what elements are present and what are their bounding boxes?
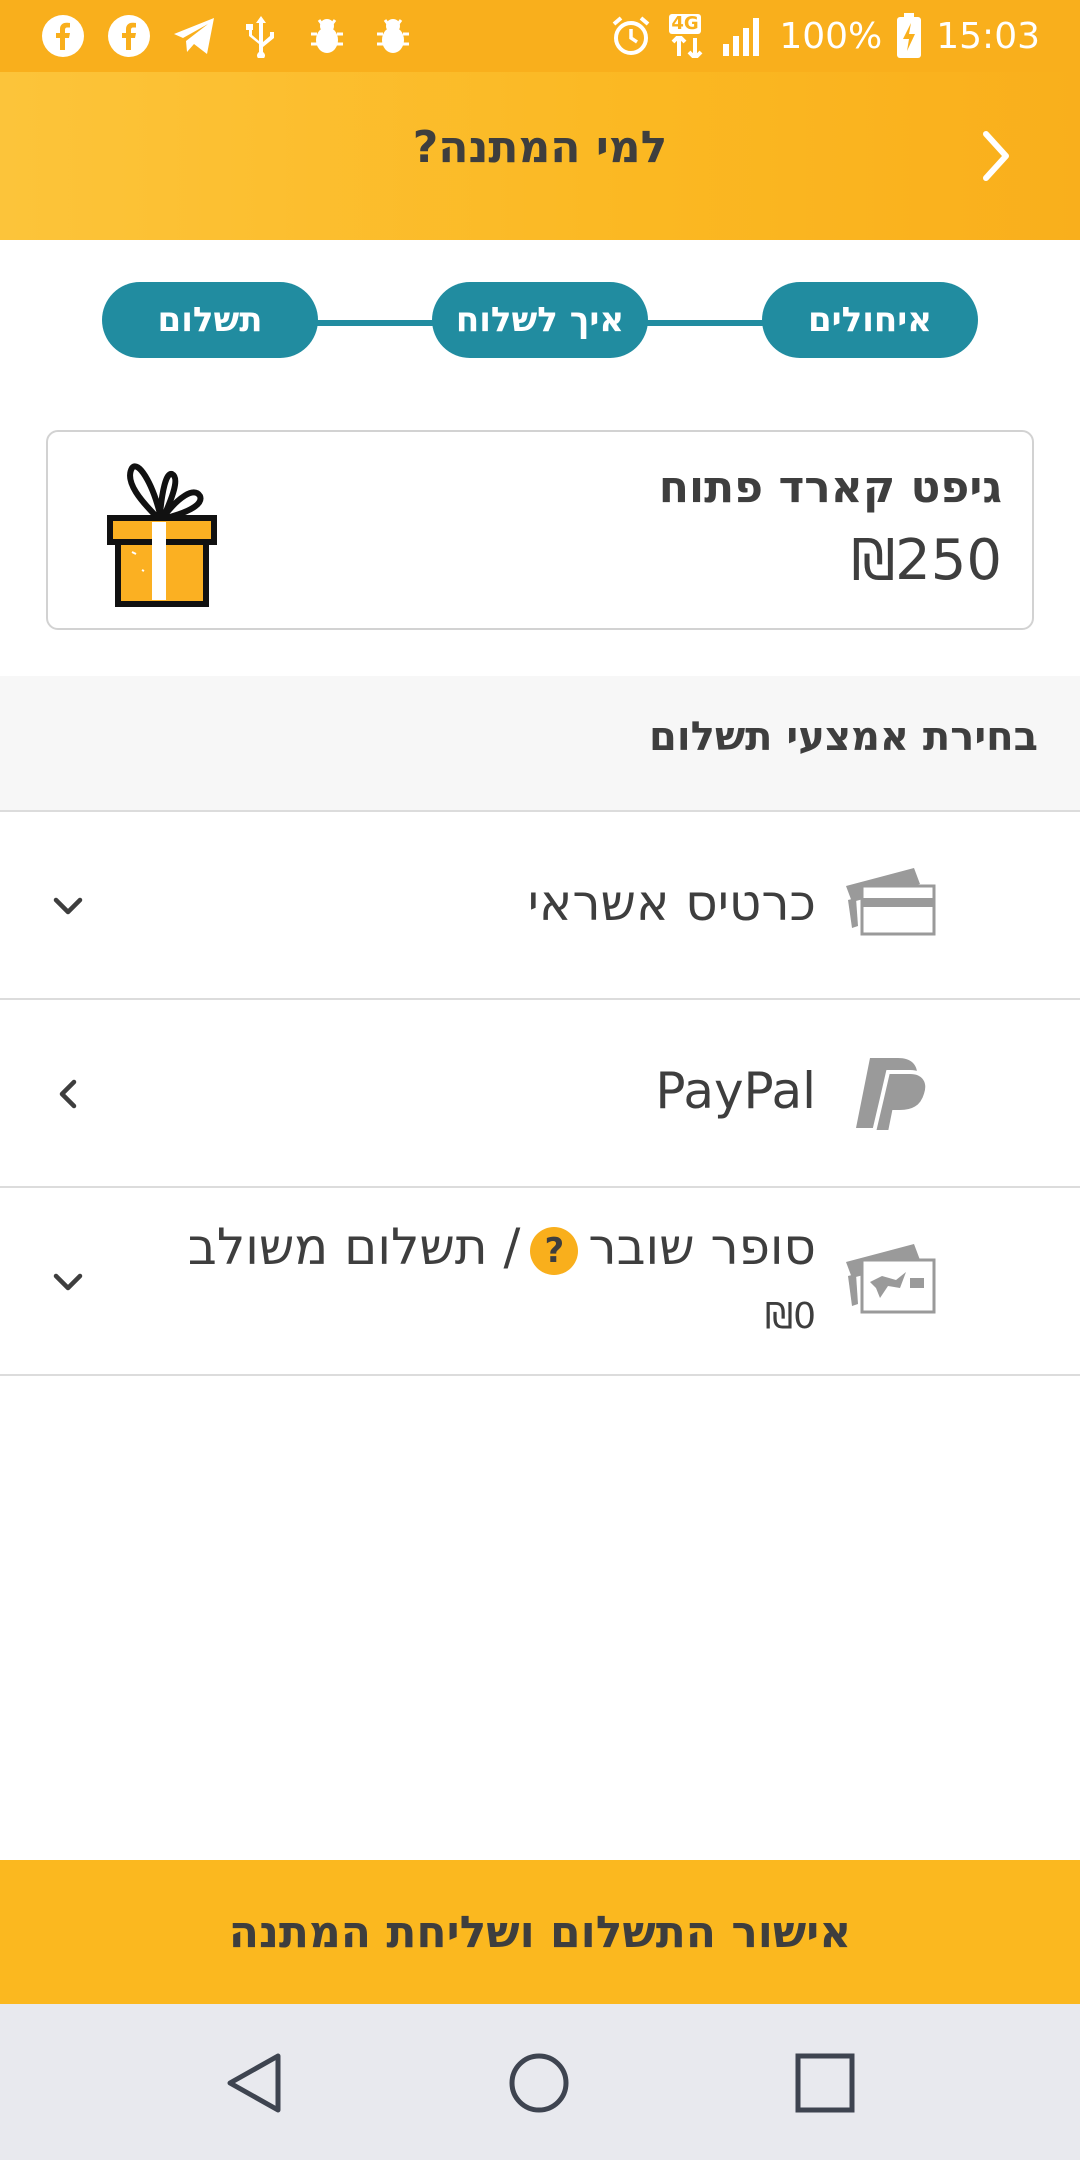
voucher-amount: ₪0 — [764, 1296, 816, 1337]
payment-method-label: כרטיס אשראי — [527, 874, 816, 932]
voucher-label-main: סופר שובר — [588, 1218, 816, 1276]
chevron-left-icon[interactable] — [44, 1070, 92, 1118]
step-delivery[interactable]: איך לשלוח — [432, 282, 648, 358]
network-type-label: 4G — [669, 13, 701, 34]
paypal-icon — [840, 1048, 940, 1138]
payment-method-label: PayPal — [655, 1062, 816, 1120]
chevron-down-icon[interactable] — [44, 882, 92, 930]
gift-card-summary: גיפט קארד פתוח ₪250 — [46, 430, 1034, 630]
bug-icon — [304, 13, 350, 59]
app-header: למי המתנה? — [0, 72, 1080, 240]
payment-method-super-voucher[interactable]: סופר שובר?/ תשלום משולב ₪0 — [0, 1188, 1080, 1376]
confirm-payment-button[interactable]: אישור התשלום ושליחת המתנה — [0, 1860, 1080, 2004]
back-button[interactable] — [960, 116, 1032, 196]
alarm-icon — [613, 16, 650, 55]
signal-icon — [723, 18, 760, 56]
battery-percent: 100% — [779, 15, 883, 57]
back-triangle-icon[interactable] — [210, 2038, 300, 2128]
facebook-icon — [106, 13, 152, 59]
gift-box-icon — [102, 452, 222, 612]
notification-icons — [40, 12, 416, 60]
chevron-down-icon[interactable] — [44, 1258, 92, 1306]
network-indicator: 4G — [667, 14, 707, 58]
telegram-icon — [172, 13, 218, 59]
app-screen: 4G 100% 15:03 למי המתנה? איחולים איך לשל… — [0, 0, 1080, 2160]
help-icon[interactable]: ? — [530, 1226, 579, 1275]
page-title: למי המתנה? — [412, 122, 668, 173]
battery-charging-icon — [897, 13, 922, 58]
credit-card-icon — [840, 860, 940, 950]
payment-section-header: בחירת אמצעי תשלום — [0, 676, 1080, 812]
gift-card-price: ₪250 — [851, 528, 1002, 593]
confirm-payment-label: אישור התשלום ושליחת המתנה — [228, 1906, 852, 1958]
step-wishes[interactable]: איחולים — [762, 282, 978, 358]
step-payment[interactable]: תשלום — [102, 282, 318, 358]
payment-section-title: בחירת אמצעי תשלום — [649, 714, 1038, 760]
bug-icon — [370, 13, 416, 59]
recents-square-icon[interactable] — [780, 2038, 870, 2128]
usb-icon — [238, 13, 284, 59]
clock: 15:03 — [936, 15, 1040, 57]
checkout-stepper: איחולים איך לשלוח תשלום — [0, 240, 1080, 400]
system-nav-bar — [0, 2004, 1080, 2160]
facebook-icon — [40, 13, 86, 59]
voucher-label: סופר שובר?/ תשלום משולב — [188, 1218, 816, 1276]
system-status: 4G 100% 15:03 — [609, 10, 1040, 62]
payment-method-credit-card[interactable]: כרטיס אשראי — [0, 812, 1080, 1000]
home-circle-icon[interactable] — [494, 2038, 584, 2128]
voucher-label-rest: / תשלום משולב — [187, 1218, 521, 1276]
gift-card-name: גיפט קארד פתוח — [658, 462, 1002, 513]
status-bar: 4G 100% 15:03 — [0, 0, 1080, 72]
chevron-right-icon — [983, 131, 1009, 181]
voucher-card-icon — [840, 1238, 940, 1328]
payment-method-paypal[interactable]: PayPal — [0, 1000, 1080, 1188]
